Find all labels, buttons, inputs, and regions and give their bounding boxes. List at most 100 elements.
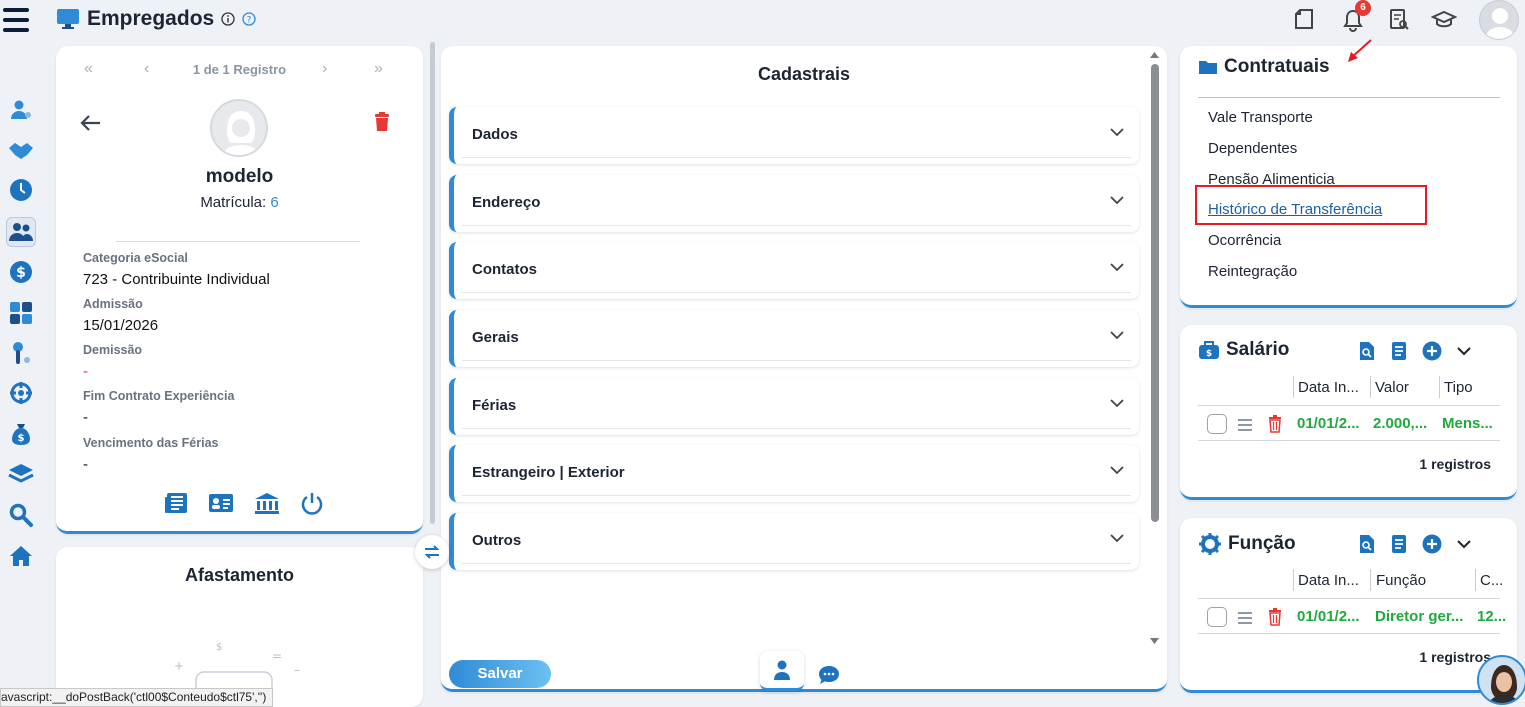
link-dependentes[interactable]: Dependentes (1208, 140, 1297, 157)
browser-status-bar: avascript:__doPostBack('ctl00$Conteudo$c… (0, 688, 274, 707)
pager-text: 1 de 1 Registro (192, 62, 287, 77)
last-record-button[interactable]: » (374, 60, 383, 78)
funcao-col-data[interactable]: Data In... (1298, 572, 1359, 589)
salario-col-valor[interactable]: Valor (1375, 379, 1409, 396)
list-icon[interactable] (1390, 341, 1408, 361)
search-icon[interactable] (6, 500, 36, 530)
power-icon[interactable] (300, 492, 324, 516)
network-icon[interactable] (6, 378, 36, 408)
svg-text:$: $ (18, 433, 25, 444)
cadastrais-scrollbar[interactable] (1147, 52, 1159, 644)
left-rail: $ $ (0, 0, 44, 707)
user-settings-icon[interactable] (6, 95, 36, 125)
document-icon[interactable] (1290, 6, 1318, 34)
next-record-button[interactable]: › (322, 60, 327, 78)
row-checkbox[interactable] (1207, 414, 1227, 434)
search-document-icon[interactable] (1358, 534, 1376, 554)
menu-icon[interactable] (3, 8, 29, 38)
accordion-dados[interactable]: Dados (449, 107, 1139, 164)
report-search-icon[interactable] (1385, 6, 1413, 34)
home-icon[interactable] (6, 541, 36, 571)
accordion-ferias[interactable]: Férias (449, 378, 1139, 435)
notifications-bell-icon[interactable]: 6 (1339, 0, 1371, 34)
info-icon[interactable] (221, 12, 235, 26)
svg-text:?: ? (247, 16, 252, 26)
salario-record-count: 1 registros (1419, 456, 1491, 472)
salario-toolbar (1358, 341, 1472, 361)
profile-divider (116, 241, 360, 242)
back-arrow-icon[interactable] (80, 112, 102, 138)
accordion-label: Outros (472, 532, 522, 549)
layers-icon[interactable] (6, 459, 36, 489)
accordion-label: Férias (472, 397, 517, 414)
svg-text:–: – (294, 663, 300, 677)
handshake-icon[interactable] (6, 135, 36, 165)
accordion-label: Gerais (472, 329, 519, 346)
search-document-icon[interactable] (1358, 341, 1376, 361)
svg-text:$: $ (16, 265, 26, 281)
save-button[interactable]: Salvar (449, 660, 551, 688)
calculator-icon[interactable] (6, 298, 36, 328)
person-tab[interactable] (760, 651, 804, 691)
accordion-outros[interactable]: Outros (449, 513, 1139, 570)
money-bag-icon[interactable]: $ (6, 419, 36, 449)
help-icon[interactable]: ? (242, 12, 256, 26)
delete-trash-icon[interactable] (374, 112, 390, 137)
salario-col-tipo[interactable]: Tipo (1444, 379, 1473, 396)
afastamento-title: Afastamento (184, 565, 295, 585)
link-ocorrencia[interactable]: Ocorrência (1208, 232, 1281, 249)
newspaper-icon[interactable] (164, 492, 188, 514)
accordion-label: Estrangeiro | Exterior (472, 464, 625, 481)
tool-icon[interactable] (6, 338, 36, 368)
page-header: Empregados ? (56, 7, 256, 31)
left-panel-scrollbar[interactable] (430, 42, 435, 524)
money-icon[interactable]: $ (6, 257, 36, 287)
graduation-cap-icon[interactable] (1430, 6, 1458, 34)
svg-text:$: $ (1206, 349, 1212, 359)
funcao-col-c[interactable]: C... (1480, 572, 1503, 589)
chevron-down-icon[interactable] (1456, 346, 1472, 356)
funcao-col-funcao[interactable]: Função (1376, 572, 1426, 589)
accordion-contatos[interactable]: Contatos (449, 242, 1139, 299)
add-circle-icon[interactable] (1422, 534, 1442, 554)
salario-cell-data: 01/01/2... (1297, 415, 1360, 432)
accordion-label: Contatos (472, 261, 537, 278)
highlight-box (1195, 185, 1427, 225)
user-avatar[interactable] (1479, 0, 1519, 40)
contratuais-card: Contratuais Vale Transporte Dependentes … (1180, 39, 1517, 308)
bank-icon[interactable] (254, 492, 280, 514)
contratuais-divider (1198, 97, 1500, 98)
accordion-estrangeiro-exterior[interactable]: Estrangeiro | Exterior (449, 445, 1139, 502)
id-card-icon[interactable] (208, 492, 234, 514)
swap-panels-button[interactable] (415, 535, 449, 569)
chat-icon[interactable] (818, 665, 840, 685)
assistant-avatar[interactable] (1477, 655, 1525, 705)
clock-icon[interactable] (6, 175, 36, 205)
notification-badge: 6 (1355, 0, 1371, 16)
drag-handle-icon[interactable] (1238, 419, 1252, 434)
swap-icon (424, 545, 440, 559)
drag-handle-icon[interactable] (1238, 612, 1252, 627)
funcao-card: Função Data In... Função C... 01/01/2...… (1180, 518, 1517, 693)
accordion-gerais[interactable]: Gerais (449, 310, 1139, 367)
add-circle-icon[interactable] (1422, 341, 1442, 361)
cadastrais-title: Cadastrais (757, 64, 851, 84)
list-icon[interactable] (1390, 534, 1408, 554)
chevron-down-icon (1110, 196, 1124, 205)
svg-text:=: = (272, 649, 282, 663)
chevron-down-icon (1110, 263, 1124, 272)
profile-actions (164, 492, 324, 516)
employees-icon[interactable] (6, 217, 36, 247)
delete-trash-icon[interactable] (1268, 608, 1282, 626)
link-reintegracao[interactable]: Reintegração (1208, 263, 1297, 280)
row-checkbox[interactable] (1207, 607, 1227, 627)
funcao-record-count: 1 registros (1419, 649, 1491, 665)
chevron-down-icon[interactable] (1456, 539, 1472, 549)
salario-title: Salário (1226, 339, 1290, 360)
delete-trash-icon[interactable] (1268, 415, 1282, 433)
salario-col-data[interactable]: Data In... (1298, 379, 1359, 396)
accordion-endereco[interactable]: Endereço (449, 175, 1139, 232)
link-vale-transporte[interactable]: Vale Transporte (1208, 109, 1313, 126)
salario-header: $ Salário (1198, 339, 1289, 361)
salario-card: $ Salário Data In... Valor Tipo 01/01/2.… (1180, 325, 1517, 500)
